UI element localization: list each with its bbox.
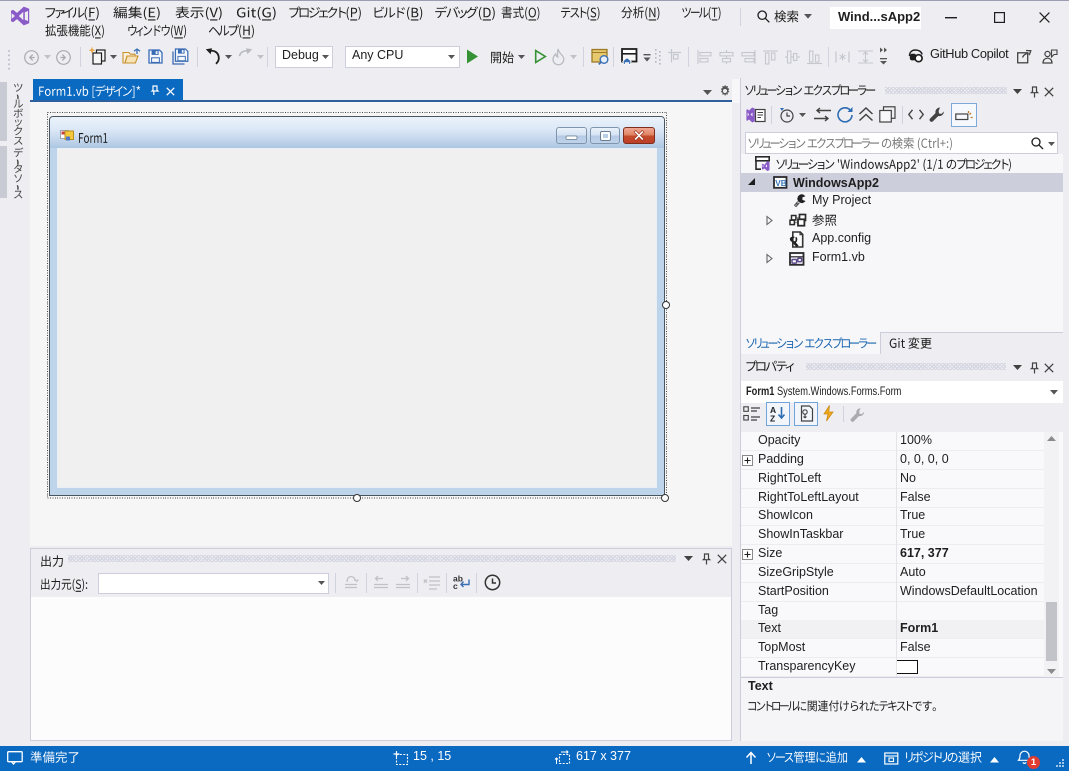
svg-text:Z: Z <box>770 414 775 424</box>
svg-text:VB: VB <box>775 179 786 188</box>
svg-text:c: c <box>453 581 458 591</box>
